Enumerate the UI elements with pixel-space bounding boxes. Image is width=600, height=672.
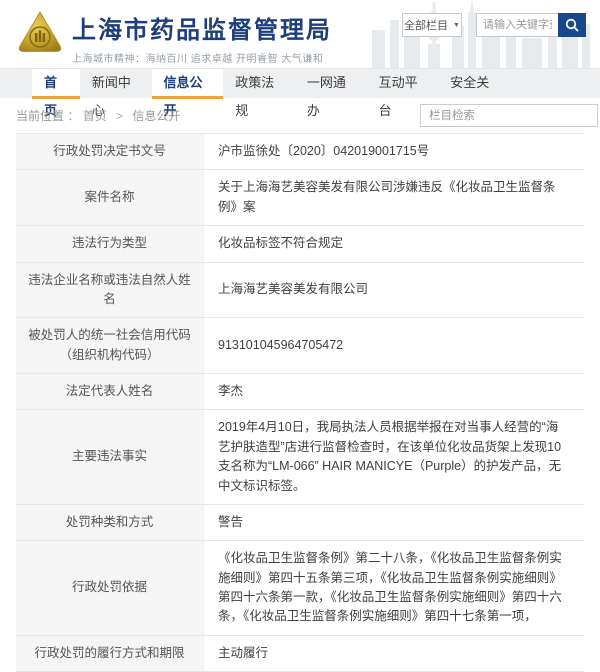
table-row: 违法行为类型 化妆品标签不符合规定 (16, 226, 584, 263)
site-title-block: 上海市药品监督管理局 上海城市精神：海纳百川 追求卓越 开明睿智 大气谦和 (72, 10, 332, 65)
breadcrumb-section-link[interactable]: 信息公开 (132, 109, 180, 123)
breadcrumb-bar: 当前位置 ： 首页 > 信息公开 (0, 98, 600, 133)
header-search-area: 全部栏目 ▼ (402, 13, 586, 37)
table-row: 主要违法事实 2019年4月10日，我局执法人员根据举报在对当事人经营的“海艺护肤… (16, 410, 584, 505)
row-label: 处罚种类和方式 (16, 504, 204, 541)
site-subtitle: 上海城市精神：海纳百川 追求卓越 开明睿智 大气谦和 (72, 54, 324, 65)
main-nav: 首页新闻中心信息公开政策法规一网通办互动平台安全关注 (0, 68, 600, 118)
breadcrumb-separator: > (116, 109, 124, 123)
row-value: 化妆品标签不符合规定 (218, 236, 344, 251)
penalty-detail-table: 行政处罚决定书文号 沪市监徐处〔2020〕042019001715号 案件名称 关于上… (16, 133, 584, 672)
row-value: 913101045964705472 (218, 337, 344, 352)
row-label: 被处罚人的统一社会信用代码（组织机构代码） (16, 318, 204, 373)
nav-tab-4[interactable]: 一网通办 (295, 69, 367, 118)
section-search-input[interactable] (420, 104, 598, 127)
row-label: 法定代表人姓名 (16, 374, 204, 410)
keyword-search-input[interactable] (476, 13, 558, 37)
table-row: 被处罚人的统一社会信用代码（组织机构代码） 913101045964705472 (16, 318, 584, 374)
row-value: 2019年4月10日，我局执法人员根据举报在对当事人经营的“海艺护肤造型”店进行… (218, 420, 562, 493)
row-label: 行政处罚决定书文号 (16, 134, 204, 170)
table-row: 处罚种类和方式 警告 (16, 504, 584, 542)
breadcrumb-prefix: 当前位置 ： (16, 109, 80, 123)
row-value: 警告 (218, 514, 244, 529)
breadcrumb-home-link[interactable]: 首页 (83, 109, 107, 123)
table-row: 法定代表人姓名 李杰 (16, 374, 584, 411)
table-row: 行政处罚决定书文号 沪市监徐处〔2020〕042019001715号 (16, 134, 584, 171)
nav-tab-5[interactable]: 互动平台 (367, 69, 439, 118)
row-label: 案件名称 (16, 170, 204, 226)
nav-tab-6[interactable]: 安全关注 (438, 69, 510, 118)
site-title: 上海市药品监督管理局 (72, 17, 332, 44)
row-label: 违法行为类型 (16, 226, 204, 262)
table-row: 案件名称 关于上海海艺美容美发有限公司涉嫌违反《化妆品卫生监督条例》案 (16, 170, 584, 227)
row-value: 上海海艺美容美发有限公司 (218, 282, 369, 297)
table-row: 行政处罚的履行方式和期限 主动履行 (16, 635, 584, 672)
nav-tab-2[interactable]: 信息公开 (151, 69, 224, 118)
row-value: 李杰 (218, 384, 244, 398)
table-row: 违法企业名称或违法自然人姓名 上海海艺美容美发有限公司 (16, 262, 584, 319)
row-label: 主要违法事实 (16, 410, 204, 504)
breadcrumb: 当前位置 ： 首页 > 信息公开 (16, 107, 180, 124)
row-value: 沪市监徐处〔2020〕042019001715号 (218, 144, 430, 158)
category-select[interactable]: 全部栏目 ▼ (402, 13, 462, 37)
row-value: 主动履行 (218, 645, 269, 660)
caret-down-icon: ▼ (453, 21, 460, 29)
nav-tab-0[interactable]: 首页 (32, 69, 80, 118)
site-header: 上海市药品监督管理局 上海城市精神：海纳百川 追求卓越 开明睿智 大气谦和 全部… (0, 0, 600, 68)
table-row: 行政处罚依据 《化妆品卫生监督条例》第二十八条，《化妆品卫生监督条例实施细则》第四… (16, 541, 584, 636)
main-nav-inner: 首页新闻中心信息公开政策法规一网通办互动平台安全关注 (32, 69, 510, 118)
row-value: 关于上海海艺美容美发有限公司涉嫌违反《化妆品卫生监督条例》案 (218, 180, 556, 214)
row-label: 违法企业名称或违法自然人姓名 (16, 262, 204, 318)
agency-logo-icon (16, 9, 64, 57)
row-value: 《化妆品卫生监督条例》第二十八条，《化妆品卫生监督条例实施细则》第四十五条第三项… (218, 551, 562, 624)
nav-tab-1[interactable]: 新闻中心 (80, 69, 152, 118)
row-label: 行政处罚的履行方式和期限 (16, 635, 204, 672)
nav-tab-3[interactable]: 政策法规 (223, 69, 295, 118)
category-select-label: 全部栏目 (404, 20, 449, 32)
search-icon (565, 18, 579, 32)
search-button[interactable] (558, 13, 586, 37)
row-label: 行政处罚依据 (16, 541, 204, 635)
